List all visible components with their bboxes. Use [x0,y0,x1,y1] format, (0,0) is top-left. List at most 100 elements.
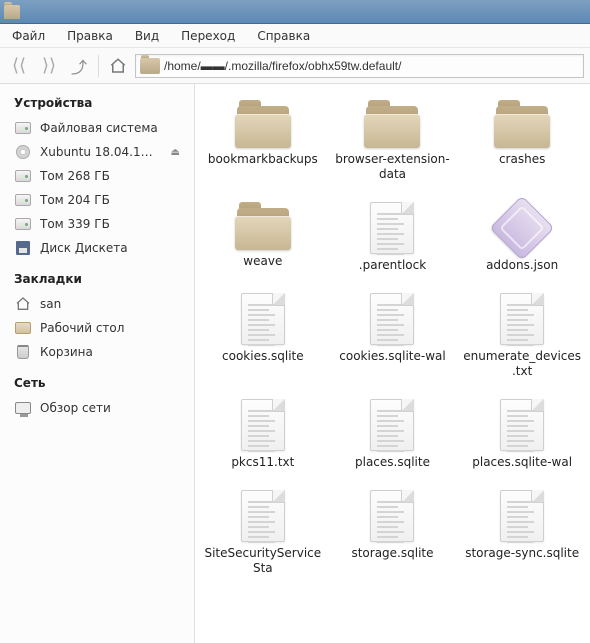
file-label: storage-sync.sqlite [465,546,579,561]
sidebar-item-label: Диск Дискета [40,241,180,255]
sidebar-item-label: Корзина [40,345,180,359]
folder-item[interactable]: browser-extension-data [331,98,455,184]
titlebar [0,0,590,24]
drive-icon [14,167,32,185]
file-icon [241,293,285,345]
back-icon: ⟨⟨ [12,57,26,75]
file-icon [500,399,544,451]
folder-icon [4,5,20,19]
file-item[interactable]: SiteSecurityServiceSta [201,488,325,578]
home-button[interactable] [105,53,131,79]
file-label: weave [243,254,282,269]
sidebar-item-label: Том 204 ГБ [40,193,180,207]
eject-icon[interactable]: ⏏ [171,147,180,158]
sidebar-item-label: Том 268 ГБ [40,169,180,183]
file-item[interactable]: storage-sync.sqlite [460,488,584,578]
devices-item[interactable]: Xubuntu 18.04.1… ⏏ [0,140,194,164]
addon-icon [490,195,555,260]
sidebar-item-label: Том 339 ГБ [40,217,180,231]
home-icon [14,295,32,313]
section-devices: Устройства [0,92,194,116]
desktop-icon [14,319,32,337]
network-item[interactable]: Обзор сети [0,396,194,420]
addressbar[interactable] [135,54,584,78]
sidebar: Устройства Файловая система Xubuntu 18.04… [0,84,195,643]
drive-icon [14,119,32,137]
floppy-icon [14,239,32,257]
file-label: cookies.sqlite [222,349,304,364]
folder-item[interactable]: bookmarkbackups [201,98,325,184]
back-button[interactable]: ⟨⟨ [6,53,32,79]
bookmarks-item[interactable]: Корзина [0,340,194,364]
drive-icon [14,191,32,209]
menu-help[interactable]: Справка [251,27,316,45]
trash-icon [14,343,32,361]
devices-item[interactable]: Файловая система [0,116,194,140]
file-icon [500,293,544,345]
file-item[interactable]: places.sqlite [331,397,455,472]
folder-icon [362,100,422,148]
file-item[interactable]: pkcs11.txt [201,397,325,472]
folder-icon [140,58,160,74]
menu-go[interactable]: Переход [175,27,241,45]
file-item[interactable]: storage.sqlite [331,488,455,578]
bookmarks-item[interactable]: Рабочий стол [0,316,194,340]
file-item[interactable]: enumerate_devices.txt [460,291,584,381]
file-label: cookies.sqlite-wal [339,349,445,364]
file-icon [370,399,414,451]
file-label: places.sqlite [355,455,430,470]
file-icon [241,399,285,451]
file-item[interactable]: cookies.sqlite-wal [331,291,455,381]
drive-icon [14,215,32,233]
file-grid: bookmarkbackups browser-extension-data cra… [201,98,584,578]
folder-icon [233,202,293,250]
file-label: storage.sqlite [351,546,433,561]
file-item[interactable]: addons.json [460,200,584,275]
file-icon [370,293,414,345]
folder-item[interactable]: weave [201,200,325,275]
sidebar-item-label: Рабочий стол [40,321,180,335]
folder-icon [233,100,293,148]
file-label: pkcs11.txt [231,455,294,470]
section-network: Сеть [0,372,194,396]
sidebar-item-label: Обзор сети [40,401,180,415]
up-icon: ⤴ [71,54,87,78]
file-item[interactable]: cookies.sqlite [201,291,325,381]
devices-item[interactable]: Том 204 ГБ [0,188,194,212]
file-label: browser-extension-data [333,152,453,182]
folder-item[interactable]: crashes [460,98,584,184]
path-input[interactable] [164,59,579,73]
devices-item[interactable]: Том 268 ГБ [0,164,194,188]
sidebar-item-label: Файловая система [40,121,180,135]
folder-icon [492,100,552,148]
section-bookmarks: Закладки [0,268,194,292]
forward-button[interactable]: ⟩⟩ [36,53,62,79]
file-icon [500,490,544,542]
devices-item[interactable]: Диск Дискета [0,236,194,260]
cd-icon [14,143,32,161]
file-item[interactable]: .parentlock [331,200,455,275]
sidebar-item-label: Xubuntu 18.04.1… [40,145,163,159]
home-icon [109,57,127,75]
menu-view[interactable]: Вид [129,27,165,45]
file-label: enumerate_devices.txt [462,349,582,379]
file-label: SiteSecurityServiceSta [203,546,323,576]
file-icon [241,490,285,542]
devices-item[interactable]: Том 339 ГБ [0,212,194,236]
file-label: places.sqlite-wal [472,455,572,470]
sidebar-item-label: san [40,297,180,311]
file-label: bookmarkbackups [208,152,318,167]
menu-edit[interactable]: Правка [61,27,119,45]
file-pane[interactable]: bookmarkbackups browser-extension-data cra… [195,84,590,643]
forward-icon: ⟩⟩ [42,57,56,75]
file-icon [370,202,414,254]
toolbar: ⟨⟨ ⟩⟩ ⤴ [0,48,590,84]
file-label: crashes [499,152,545,167]
network-icon [14,399,32,417]
file-item[interactable]: places.sqlite-wal [460,397,584,472]
file-icon [370,490,414,542]
up-button[interactable]: ⤴ [66,53,92,79]
menu-file[interactable]: Файл [6,27,51,45]
bookmarks-item[interactable]: san [0,292,194,316]
file-label: addons.json [486,258,558,273]
